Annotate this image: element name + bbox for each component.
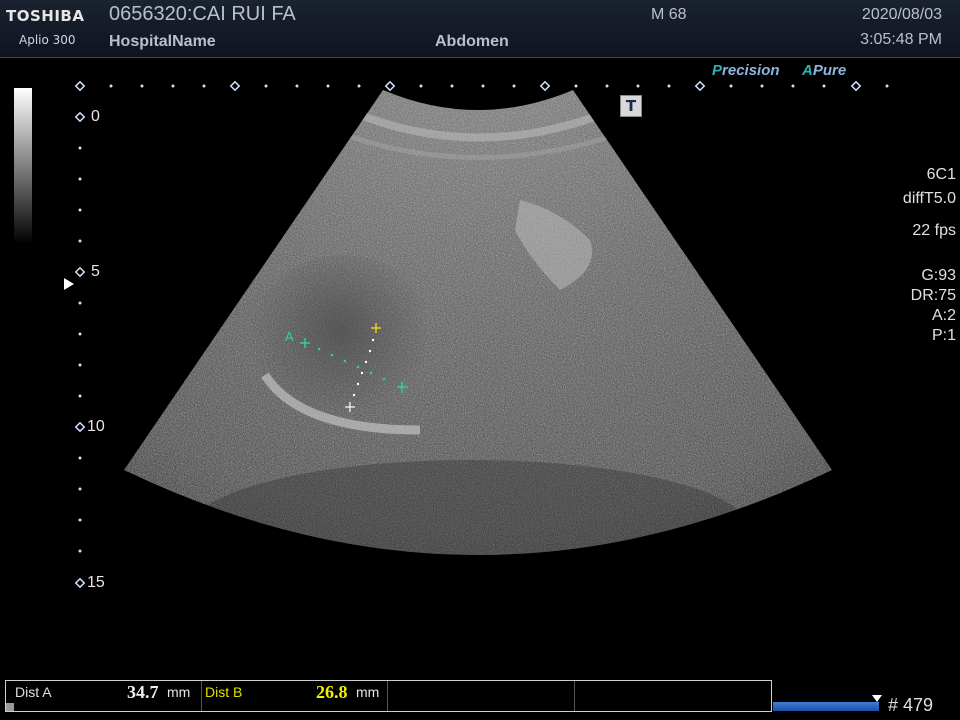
sector-image — [124, 90, 832, 555]
cine-start-marker — [6, 703, 14, 711]
focus-marker[interactable] — [64, 278, 74, 290]
cine-position-marker[interactable] — [872, 695, 882, 702]
measurement-cell-a[interactable]: Dist A 34.7 mm — [6, 681, 202, 711]
p-param-label: P:1 — [931, 327, 956, 344]
frame-number: # 479 — [888, 695, 934, 715]
ultrasound-image[interactable]: A — [0, 0, 960, 720]
gain-label: G:93 — [921, 267, 956, 284]
dynamic-range-label: DR:75 — [910, 287, 956, 304]
measurement-value: 26.8 — [316, 682, 348, 702]
mode-label: diffT5.0 — [902, 190, 956, 207]
probe-label: 6C1 — [926, 166, 956, 183]
measurement-name: Dist B — [205, 684, 243, 700]
measurement-cell-empty[interactable] — [575, 681, 771, 711]
measurement-value: 34.7 — [127, 682, 159, 702]
fps-label: 22 fps — [912, 222, 956, 239]
measurement-unit: mm — [167, 684, 191, 700]
depth-label-5: 5 — [91, 263, 100, 280]
depth-label-10: 10 — [87, 418, 105, 435]
grayscale-bar — [14, 88, 32, 244]
cine-progress-bar[interactable] — [773, 702, 879, 711]
a-param-label: A:2 — [931, 307, 956, 324]
caliper-a-label: A — [285, 329, 294, 344]
depth-label-0: 0 — [91, 108, 100, 125]
measurement-unit: mm — [356, 684, 380, 700]
apure-logo: APure — [802, 62, 847, 79]
precision-logo: Precision — [712, 62, 780, 79]
depth-label-15: 15 — [87, 574, 105, 591]
measurement-cell-empty[interactable] — [388, 681, 575, 711]
depth-scale — [74, 111, 86, 589]
lateral-scale — [74, 80, 889, 92]
t-orientation-icon[interactable]: T — [620, 95, 642, 117]
measurement-results: Dist A 34.7 mm Dist B 26.8 mm — [5, 680, 772, 712]
measurement-name: Dist A — [15, 684, 52, 700]
measurement-cell-b[interactable]: Dist B 26.8 mm — [202, 681, 388, 711]
